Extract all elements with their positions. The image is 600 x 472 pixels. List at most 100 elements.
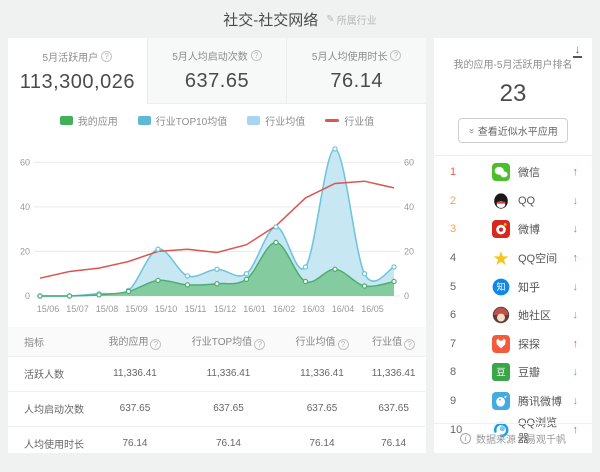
table-header-cell: 行业值?: [361, 327, 426, 356]
table-row: 人均启动次数637.65637.65637.65637.65: [8, 391, 426, 426]
row-value: 11,336.41: [174, 356, 283, 391]
rank-number: 8: [450, 366, 466, 378]
info-icon[interactable]: ?: [390, 50, 401, 61]
metric-tab-2[interactable]: 5月人均使用时长? 76.14: [286, 38, 426, 104]
data-source-label: 数据来源：易观千帆: [476, 431, 566, 446]
row-value: 76.14: [361, 426, 426, 453]
douban-icon: 豆: [492, 363, 510, 381]
row-value: 637.65: [174, 391, 283, 426]
app-name: QQ空间: [518, 250, 568, 266]
tantan-icon: [492, 335, 510, 353]
metric-tab-1[interactable]: 5月人均启动次数?637.65: [147, 38, 287, 104]
row-value: 76.14: [96, 426, 174, 453]
download-icon[interactable]: ↓: [573, 45, 582, 58]
info-icon[interactable]: ?: [404, 339, 415, 350]
ranking-row-1[interactable]: 1微信↑: [434, 158, 592, 187]
ranking-row-4[interactable]: 4QQ空间↑: [434, 244, 592, 273]
trend-down-icon: ↓: [568, 195, 578, 207]
metric-tabs: 5月活跃用户?113,300,0265月人均启动次数?637.655月人均使用时…: [8, 38, 426, 104]
ranking-row-3[interactable]: 3微博↓: [434, 215, 592, 244]
dashboard-page: 社交-社交网络 ✎ 所属行业 5月活跃用户?113,300,0265月人均启动次…: [0, 0, 600, 453]
trend-chart[interactable]: 0020204040606015/0615/0715/0815/0915/101…: [12, 132, 422, 325]
row-value: 637.65: [96, 391, 174, 426]
table-header-cell: 行业TOP均值?: [174, 327, 283, 356]
app-name: 探探: [518, 336, 568, 352]
legend-item-3[interactable]: 行业值: [325, 113, 374, 128]
metric-label: 5月人均使用时长?: [312, 48, 402, 63]
info-icon[interactable]: ?: [251, 50, 262, 61]
data-source-footer: i 数据来源：易观千帆: [434, 423, 592, 453]
svg-text:15/08: 15/08: [96, 304, 119, 314]
svg-text:16/03: 16/03: [302, 304, 325, 314]
svg-text:20: 20: [404, 246, 414, 256]
info-icon: i: [460, 433, 471, 444]
zhihu-icon: 知: [492, 278, 510, 296]
ranking-row-7[interactable]: 7探探↑: [434, 330, 592, 359]
row-value: 11,336.41: [361, 356, 426, 391]
download-bar: [573, 56, 582, 58]
industry-link-label: 所属行业: [337, 12, 377, 27]
legend-item-2[interactable]: 行业均值: [247, 113, 305, 128]
row-label: 人均启动次数: [8, 391, 96, 426]
ranking-row-6[interactable]: 6她社区↓: [434, 301, 592, 330]
table-header-cell: 我的应用?: [96, 327, 174, 356]
tashequ-icon: [492, 306, 510, 324]
ranking-row-9[interactable]: 9腾讯微博↓: [434, 387, 592, 416]
svg-text:15/07: 15/07: [66, 304, 89, 314]
row-label: 人均使用时长: [8, 426, 96, 453]
download-arrow-glyph: ↓: [575, 45, 581, 55]
tencent-weibo-icon: [492, 392, 510, 410]
left-panel: 5月活跃用户?113,300,0265月人均启动次数?637.655月人均使用时…: [8, 38, 426, 453]
rank-number: 9: [450, 395, 466, 407]
main-content: 5月活跃用户?113,300,0265月人均启动次数?637.655月人均使用时…: [0, 38, 600, 453]
legend-swatch: [60, 116, 73, 125]
legend-item-1[interactable]: 行业TOP10均值: [138, 113, 228, 128]
svg-text:16/01: 16/01: [243, 304, 266, 314]
svg-text:60: 60: [404, 157, 414, 167]
info-icon[interactable]: ?: [150, 339, 161, 350]
row-value: 76.14: [283, 426, 361, 453]
trend-up-icon: ↑: [568, 338, 578, 350]
industry-edit-link[interactable]: ✎ 所属行业: [326, 12, 376, 27]
trend-down-icon: ↓: [568, 309, 578, 321]
svg-text:20: 20: [20, 246, 30, 256]
info-icon[interactable]: ?: [254, 339, 265, 350]
legend-item-0[interactable]: 我的应用: [60, 113, 118, 128]
svg-text:40: 40: [404, 202, 414, 212]
app-name: 微信: [518, 164, 568, 180]
metric-value: 113,300,026: [20, 71, 135, 94]
row-value: 637.65: [361, 391, 426, 426]
svg-text:0: 0: [25, 291, 30, 301]
edit-icon: ✎: [326, 14, 334, 25]
info-icon[interactable]: ?: [338, 339, 349, 350]
trend-up-icon: ↑: [568, 252, 578, 264]
app-name: 微博: [518, 221, 568, 237]
metric-tab-0[interactable]: 5月活跃用户?113,300,026: [8, 38, 147, 104]
ranking-row-5[interactable]: 5知知乎↓: [434, 272, 592, 301]
similar-apps-button[interactable]: » 查看近似水平应用: [458, 118, 568, 143]
row-value: 76.14: [174, 426, 283, 453]
app-name: QQ: [518, 195, 568, 207]
qq-icon: [492, 192, 510, 210]
info-icon[interactable]: ?: [101, 51, 112, 62]
ranking-row-2[interactable]: 2QQ↓: [434, 187, 592, 216]
legend-swatch: [325, 119, 339, 122]
trend-up-icon: ↑: [568, 166, 578, 178]
app-name: 豆瓣: [518, 364, 568, 380]
svg-text:15/11: 15/11: [185, 304, 207, 314]
ranking-row-8[interactable]: 8 豆豆瓣↓: [434, 358, 592, 387]
table-header-cell: 行业均值?: [283, 327, 361, 356]
legend-label: 行业值: [344, 113, 374, 128]
similar-apps-button-label: 查看近似水平应用: [478, 123, 558, 138]
row-label: 活跃人数: [8, 356, 96, 391]
chevron-double-down-icon: »: [466, 128, 476, 134]
qzone-icon: [492, 249, 510, 267]
ranking-panel: ↓ 我的应用-5月活跃用户排名 23 » 查看近似水平应用 1微信↑2QQ↓3微…: [434, 38, 592, 453]
svg-text:15/09: 15/09: [125, 304, 148, 314]
svg-text:15/12: 15/12: [214, 304, 237, 314]
metric-value: 76.14: [330, 70, 383, 93]
svg-text:16/05: 16/05: [361, 304, 384, 314]
trend-down-icon: ↓: [568, 366, 578, 378]
row-value: 11,336.41: [283, 356, 361, 391]
svg-text:15/06: 15/06: [37, 304, 60, 314]
